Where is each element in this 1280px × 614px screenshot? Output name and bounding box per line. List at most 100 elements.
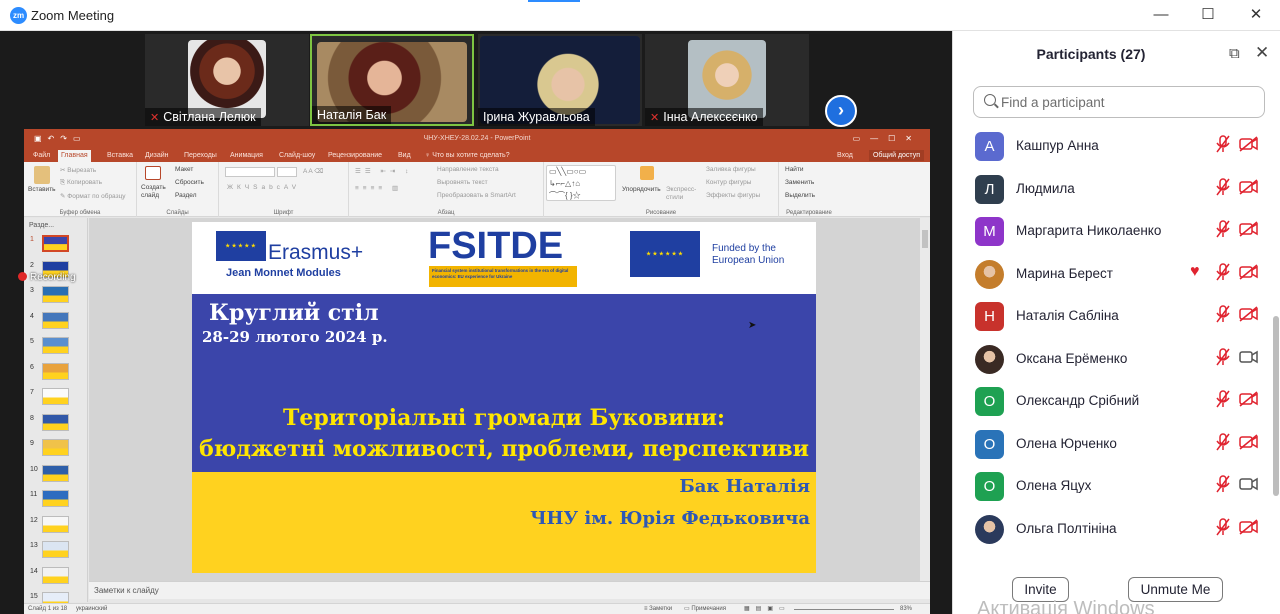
shape-effects-button[interactable]: Эффекты фигуры (706, 192, 760, 199)
select-button[interactable]: Выделить (785, 192, 815, 199)
mic-muted-icon[interactable] (1215, 347, 1231, 366)
slide-thumbnail[interactable]: 5 (28, 336, 86, 360)
shapes-gallery[interactable]: ▭╲╲▭○▭ ↳⌐⌐△↑⌂ ⌒⌒{ }☆ (546, 165, 616, 201)
participant-row[interactable]: Н Наталія Сабліна (953, 296, 1271, 338)
ppt-tab-file[interactable]: Файл (30, 150, 53, 162)
slide-thumbnail[interactable]: 4 (28, 311, 86, 335)
close-window-button[interactable]: ✕ (1243, 4, 1269, 26)
participant-list-scrollbar[interactable] (1271, 126, 1280, 559)
search-input[interactable] (1001, 92, 1251, 112)
participant-row[interactable]: Л Людмила (953, 169, 1271, 211)
slide-thumbnail[interactable]: 9 (28, 438, 86, 462)
slide-thumbnail[interactable]: 1 (28, 234, 86, 258)
comments-toggle[interactable]: ▭ Примечания (684, 604, 726, 614)
format-painter-button[interactable]: ✎ Формат по образцу (60, 192, 126, 200)
find-button[interactable]: Найти (785, 166, 804, 173)
slide-thumbnail[interactable]: 13 (28, 540, 86, 564)
reset-button[interactable]: Сбросить (175, 179, 204, 186)
ppt-tab-transitions[interactable]: Переходы (181, 150, 220, 162)
video-tile[interactable]: Ірина Журавльова (478, 34, 642, 126)
maximize-button[interactable]: ☐ (1195, 4, 1221, 26)
section-button[interactable]: Раздел (175, 192, 196, 199)
current-slide[interactable]: ★★★★★ Erasmus+ Jean Monnet Modules FSITD… (192, 222, 816, 573)
slide-thumbnail[interactable]: 11 (28, 489, 86, 513)
ppt-tab-slideshow[interactable]: Слайд-шоу (276, 150, 318, 162)
video-off-icon[interactable] (1239, 178, 1258, 195)
slide-notes-area[interactable]: Заметки к слайду (89, 581, 930, 599)
font-size-select[interactable] (277, 167, 297, 177)
video-off-icon[interactable] (1239, 433, 1258, 450)
ppt-window-controls[interactable]: ▭—☐✕ (853, 129, 922, 149)
arrange-button[interactable]: Упорядочить (622, 186, 661, 193)
mic-muted-icon[interactable] (1215, 177, 1231, 196)
quick-access-toolbar[interactable]: ▣↶↷▭ (34, 129, 87, 149)
popout-icon[interactable]: ⧉ (1229, 45, 1240, 62)
ppt-tab-design[interactable]: Дизайн (142, 150, 172, 162)
slide-thumbnail[interactable]: 3 (28, 285, 86, 309)
slide-thumbnail[interactable]: 6 (28, 362, 86, 386)
mic-muted-icon[interactable] (1215, 475, 1231, 493)
mic-muted-icon[interactable] (1215, 135, 1231, 153)
smartart-button[interactable]: Преобразовать в SmartArt (437, 192, 516, 199)
font-name-select[interactable] (225, 167, 275, 177)
notes-toggle[interactable]: ≡ Заметки (644, 604, 672, 614)
new-slide-button[interactable]: Создать слайд (141, 184, 171, 200)
participant-row[interactable]: О Олена Юрченко (953, 424, 1271, 466)
text-direction-button[interactable]: Направление текста (437, 166, 499, 173)
participant-row[interactable]: О Олена Яцух (953, 466, 1271, 508)
participant-search[interactable] (973, 86, 1265, 118)
participant-row[interactable]: М Маргарита Николаенко (953, 211, 1271, 253)
mic-muted-icon[interactable] (1215, 390, 1231, 408)
mic-muted-icon[interactable] (1215, 517, 1231, 536)
participant-row[interactable]: А Кашпур Анна (953, 126, 1271, 168)
video-off-icon[interactable] (1239, 263, 1258, 280)
video-off-icon[interactable] (1239, 306, 1258, 322)
ppt-tab-animation[interactable]: Анимация (227, 150, 266, 162)
layout-button[interactable]: Макет (175, 166, 193, 173)
shape-outline-button[interactable]: Контур фигуры (706, 179, 751, 186)
mic-muted-icon[interactable] (1215, 220, 1231, 238)
quick-styles-button[interactable]: Экспресс-стили (666, 186, 698, 202)
cut-button[interactable]: ✂ Вырезать (60, 166, 96, 174)
slide-thumbnail[interactable]: 8 (28, 413, 86, 437)
participant-row[interactable]: Ольга Полтініна (953, 509, 1271, 551)
video-off-icon[interactable] (1239, 518, 1258, 535)
ppt-tab-review[interactable]: Рецензирование (325, 150, 385, 162)
scroll-thumb[interactable] (1273, 316, 1279, 496)
ppt-signin[interactable]: Вход (834, 150, 856, 162)
ppt-tab-home[interactable]: Главная (58, 150, 91, 162)
participant-row[interactable]: О Олександр Срібний (953, 381, 1271, 423)
scroll-thumb[interactable] (922, 230, 928, 248)
next-videos-button[interactable]: › (825, 95, 857, 127)
slide-scrollbar[interactable] (920, 218, 930, 590)
participant-row[interactable]: Оксана Ерёменко (953, 339, 1271, 381)
paste-button[interactable]: Вставить (28, 186, 56, 193)
slide-thumbnail[interactable]: 14 (28, 566, 86, 590)
minimize-button[interactable]: — (1148, 4, 1174, 26)
copy-button[interactable]: ⎘ Копировать (60, 179, 102, 187)
list-buttons[interactable]: ☰☰ ⇤⇥ ↕ (355, 167, 412, 175)
video-off-icon[interactable] (1239, 136, 1258, 152)
video-icon[interactable] (1239, 349, 1258, 365)
mic-muted-icon[interactable] (1215, 262, 1231, 281)
video-tile[interactable]: ✕ Світлана Лелюк (145, 34, 309, 126)
slide-thumbnail[interactable]: 12 (28, 515, 86, 539)
participant-row[interactable]: Марина Берест ♥ (953, 254, 1271, 296)
slide-thumbnail[interactable]: 10 (28, 464, 86, 488)
recording-indicator[interactable]: Recording (18, 271, 76, 285)
video-tile[interactable]: ✕ Інна Алексєєнко (645, 34, 809, 126)
ppt-tab-view[interactable]: Вид (395, 150, 414, 162)
font-format-buttons[interactable]: ЖКЧSabcAV (227, 184, 300, 191)
video-off-icon[interactable] (1239, 221, 1258, 237)
replace-button[interactable]: Заменить (785, 179, 814, 186)
mic-muted-icon[interactable] (1215, 305, 1231, 323)
shape-fill-button[interactable]: Заливка фигуры (706, 166, 756, 173)
mic-muted-icon[interactable] (1215, 432, 1231, 451)
align-buttons[interactable]: ≡≡≡≡ ▥ (355, 184, 402, 192)
ppt-tab-insert[interactable]: Вставка (104, 150, 136, 162)
zoom-slider[interactable] (794, 609, 894, 610)
slide-thumbnail[interactable]: 7 (28, 387, 86, 411)
close-panel-icon[interactable]: ✕ (1255, 43, 1269, 63)
ppt-tell-me[interactable]: ♀ Что вы хотите сделать? (422, 150, 513, 162)
video-off-icon[interactable] (1239, 391, 1258, 407)
